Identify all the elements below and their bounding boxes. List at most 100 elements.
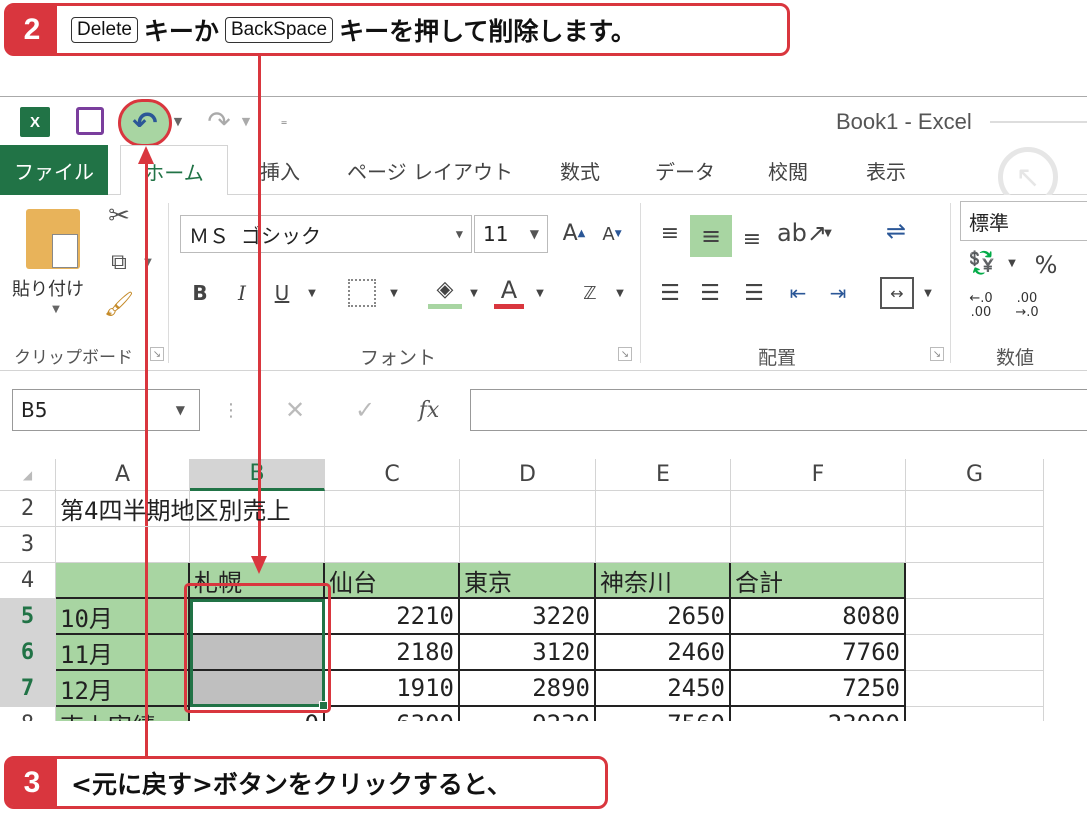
undo-dropdown-icon[interactable]: ▼ <box>172 113 184 129</box>
decrease-font-icon[interactable]: A ▼ <box>600 221 624 247</box>
underline-icon[interactable]: U <box>270 279 294 307</box>
name-box[interactable]: B5 ▼ <box>12 389 200 431</box>
row-header[interactable]: 3 <box>0 527 56 563</box>
table-cell[interactable]: 第4四半期地区別売上 <box>56 491 290 527</box>
format-painter-icon[interactable]: 🖌 <box>104 289 134 319</box>
column-header[interactable]: A <box>56 459 190 491</box>
phonetic-icon[interactable]: ℤ <box>578 277 602 309</box>
paste-icon[interactable] <box>26 209 80 269</box>
table-cell[interactable]: 3120 <box>460 635 596 671</box>
copy-dropdown-icon[interactable]: ▼ <box>142 255 154 269</box>
row-header[interactable]: 5 <box>0 599 56 635</box>
font-launcher-icon[interactable]: ↘ <box>618 347 632 361</box>
row-header[interactable]: 8 <box>0 707 56 721</box>
table-cell[interactable] <box>460 527 596 563</box>
select-all-corner[interactable]: ◢ <box>0 459 56 491</box>
table-cell[interactable] <box>731 527 906 563</box>
cancel-icon[interactable]: ✕ <box>278 393 312 427</box>
table-cell[interactable] <box>325 491 460 527</box>
tab-data[interactable]: データ <box>640 145 730 195</box>
tab-view[interactable]: 表示 <box>846 145 926 195</box>
redo-icon[interactable]: ↷ <box>202 105 236 138</box>
table-cell[interactable]: 2180 <box>325 635 460 671</box>
table-cell[interactable]: 9230 <box>460 707 596 721</box>
table-cell[interactable]: 8080 <box>731 599 906 635</box>
column-header[interactable]: E <box>596 459 731 491</box>
wrap-text-icon[interactable]: ⇌ <box>880 215 912 247</box>
phonetic-dropdown-icon[interactable]: ▼ <box>614 287 626 299</box>
redo-dropdown-icon[interactable]: ▼ <box>240 113 252 129</box>
decrease-indent-icon[interactable]: ⇤ <box>782 279 814 307</box>
align-right-icon[interactable]: ☰ <box>738 279 770 307</box>
fill-color-dropdown-icon[interactable]: ▼ <box>468 287 480 299</box>
table-cell[interactable] <box>906 635 1044 671</box>
align-bottom-icon[interactable]: ≡ <box>736 223 768 255</box>
table-cell[interactable]: 東京 <box>460 563 596 599</box>
borders-dropdown-icon[interactable]: ▼ <box>388 287 400 299</box>
table-cell[interactable]: 6300 <box>325 707 460 721</box>
table-cell[interactable]: 2450 <box>596 671 731 707</box>
enter-icon[interactable]: ✓ <box>348 393 382 427</box>
paste-label[interactable]: 貼り付け <box>12 275 84 301</box>
bold-icon[interactable]: B <box>188 279 212 307</box>
table-cell[interactable]: 7760 <box>731 635 906 671</box>
alignment-launcher-icon[interactable]: ↘ <box>930 347 944 361</box>
table-cell[interactable] <box>325 527 460 563</box>
column-header[interactable]: C <box>325 459 460 491</box>
tab-insert[interactable]: 挿入 <box>240 145 320 195</box>
align-left-icon[interactable]: ☰ <box>654 279 686 307</box>
font-name-select[interactable]: ＭＳ ゴシック ▼ <box>180 215 472 253</box>
table-cell[interactable]: 12月 <box>56 671 190 707</box>
align-top-icon[interactable]: ≡ <box>654 217 686 249</box>
copy-icon[interactable]: ⧉ <box>104 247 134 277</box>
table-cell[interactable] <box>596 527 731 563</box>
number-format-select[interactable]: 標準 <box>960 201 1087 241</box>
column-header[interactable]: D <box>460 459 596 491</box>
column-header[interactable]: F <box>731 459 906 491</box>
tab-formulas[interactable]: 数式 <box>540 145 620 195</box>
table-cell[interactable] <box>56 527 190 563</box>
table-cell[interactable] <box>906 599 1044 635</box>
italic-icon[interactable]: I <box>230 279 254 307</box>
currency-icon[interactable]: 💱 <box>964 247 1000 279</box>
table-cell[interactable] <box>906 491 1044 527</box>
decrease-decimal-icon[interactable]: .00 →.0 <box>1010 289 1044 323</box>
table-cell[interactable]: 売上実績 <box>56 707 190 721</box>
table-cell[interactable]: 2210 <box>325 599 460 635</box>
table-cell[interactable]: 7560 <box>596 707 731 721</box>
table-cell[interactable]: 神奈川 <box>596 563 731 599</box>
table-cell[interactable] <box>906 527 1044 563</box>
table-cell[interactable] <box>906 707 1044 721</box>
save-icon[interactable] <box>76 107 104 135</box>
increase-indent-icon[interactable]: ⇥ <box>822 279 854 307</box>
font-color-dropdown-icon[interactable]: ▼ <box>534 287 546 299</box>
percent-icon[interactable]: % <box>1030 249 1062 281</box>
table-cell[interactable] <box>596 491 731 527</box>
orientation-icon[interactable]: ab↗ <box>777 215 827 251</box>
row-header[interactable]: 4 <box>0 563 56 599</box>
undo-button[interactable]: ↶ <box>118 99 172 147</box>
merge-dropdown-icon[interactable]: ▼ <box>922 287 934 299</box>
tab-home[interactable]: ホーム <box>120 145 228 196</box>
table-cell[interactable]: 2890 <box>460 671 596 707</box>
cut-icon[interactable]: ✂ <box>104 201 134 231</box>
table-cell[interactable]: 2460 <box>596 635 731 671</box>
font-size-select[interactable]: 11 ▼ <box>474 215 548 253</box>
fill-color-icon[interactable]: ◈ <box>428 275 462 309</box>
borders-icon[interactable] <box>348 279 376 307</box>
clipboard-launcher-icon[interactable]: ↘ <box>150 347 164 361</box>
align-middle-icon[interactable]: ≡ <box>690 215 732 257</box>
row-header[interactable]: 6 <box>0 635 56 671</box>
orientation-dropdown-icon[interactable]: ▼ <box>822 227 834 239</box>
column-header[interactable]: G <box>906 459 1044 491</box>
insert-function-icon[interactable]: fx <box>412 393 446 427</box>
merge-center-icon[interactable]: ↔ <box>880 277 914 309</box>
table-cell[interactable]: 11月 <box>56 635 190 671</box>
customize-qat-icon[interactable]: ₌ <box>276 111 292 131</box>
underline-dropdown-icon[interactable]: ▼ <box>306 287 318 299</box>
table-cell[interactable] <box>906 671 1044 707</box>
table-cell[interactable]: 合計 <box>731 563 906 599</box>
row-header[interactable]: 7 <box>0 671 56 707</box>
table-cell[interactable] <box>731 491 906 527</box>
table-cell[interactable]: 10月 <box>56 599 190 635</box>
